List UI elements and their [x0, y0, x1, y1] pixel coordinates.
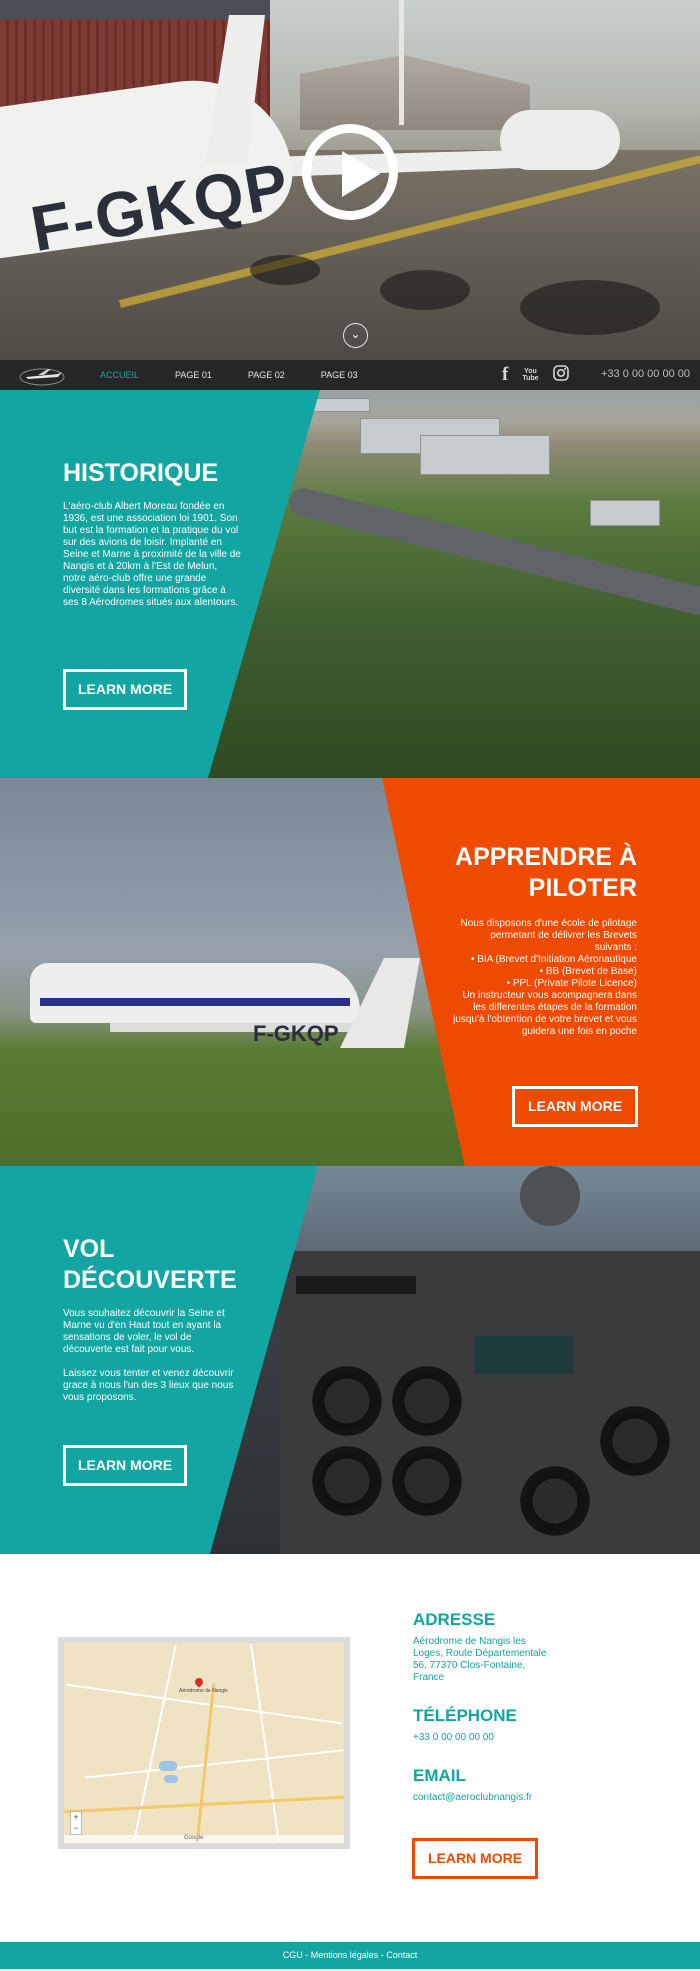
map-lake	[159, 1761, 177, 1771]
navigation-bar: ACCUEIL PAGE 01 PAGE 02 PAGE 03 f You Tu…	[0, 360, 700, 390]
section-apprendre: F-GKQP APPRENDRE À PILOTER Nous disposon…	[0, 778, 700, 1166]
email-title: EMAIL	[413, 1766, 466, 1785]
gauge	[520, 1466, 590, 1536]
airplane-logo-icon[interactable]	[18, 363, 66, 387]
apprendre-item: • BIA (Brevet d'Initiation Aéronautique	[470, 954, 637, 965]
email-block: EMAIL contact@aeroclubnangis.fr	[413, 1766, 613, 1804]
map-highway	[64, 1795, 344, 1814]
compass	[520, 1166, 580, 1226]
footer: CGU - Mentions légales - Contact	[0, 1942, 700, 1969]
plane-registration: F-GKQP	[253, 1021, 339, 1046]
apprendre-learn-more-button[interactable]: LEARN MORE	[512, 1086, 638, 1127]
footer-link-mentions[interactable]: Mentions légales	[311, 1950, 379, 1960]
phone-block: TÉLÉPHONE +33 0 00 00 00 00	[413, 1706, 613, 1744]
hangar-building	[310, 398, 370, 412]
map-canvas[interactable]: Aérodrome de Nangis + − Google	[64, 1643, 344, 1843]
section-historique: HISTORIQUE L'aéro-club Albert Moreau fon…	[0, 390, 700, 778]
shadow	[250, 255, 320, 285]
apprendre-outro: Un instructeur vous acompagnera dans les…	[453, 990, 637, 1037]
hangar-building	[590, 500, 660, 526]
google-logo: Google	[184, 1835, 204, 1841]
footer-link-cgu[interactable]: CGU	[283, 1950, 303, 1960]
historique-content: HISTORIQUE L'aéro-club Albert Moreau fon…	[63, 458, 241, 609]
map-road	[84, 1749, 344, 1779]
apprendre-item: • BB (Brevet de Base)	[539, 966, 637, 977]
nav-item-page02[interactable]: PAGE 02	[248, 370, 285, 380]
gauge	[392, 1446, 462, 1516]
youtube-icon-bottom: Tube	[522, 375, 539, 382]
decouverte-learn-more-button[interactable]: LEARN MORE	[63, 1445, 187, 1486]
section-decouverte: VOL DÉCOUVERTE Vous souhaitez découvrir …	[0, 1166, 700, 1554]
nav-item-page03[interactable]: PAGE 03	[321, 370, 358, 380]
location-map[interactable]: Aérodrome de Nangis + − Google	[58, 1637, 350, 1849]
decouverte-text: Vous souhaitez découvrir la Seine et Mar…	[63, 1308, 225, 1355]
contact-learn-more-button[interactable]: LEARN MORE	[412, 1838, 538, 1879]
historique-text: L'aéro-club Albert Moreau fondée en 1936…	[63, 501, 241, 608]
section-contact: Aérodrome de Nangis + − Google ADRESSE A…	[0, 1554, 700, 1942]
zoom-out-icon[interactable]: −	[71, 1823, 81, 1834]
shadow	[380, 270, 470, 310]
map-lake	[164, 1775, 178, 1783]
main-menu: ACCUEIL PAGE 01 PAGE 02 PAGE 03	[100, 360, 394, 390]
plane-stripe	[40, 998, 350, 1006]
mast	[399, 0, 404, 125]
address-block: ADRESSE Aérodrome de Nangis les Loges, R…	[413, 1610, 553, 1684]
play-circle-icon[interactable]	[302, 124, 398, 220]
instagram-icon[interactable]	[552, 364, 569, 386]
apprendre-title-line2: PILOTER	[528, 874, 637, 902]
decouverte-title: VOL DÉCOUVERTE	[63, 1234, 241, 1296]
gauge	[312, 1446, 382, 1516]
shadow	[520, 280, 660, 335]
footer-separator: -	[302, 1950, 311, 1960]
phone-value: +33 0 00 00 00 00	[413, 1732, 494, 1743]
gauge	[600, 1406, 670, 1476]
apprendre-intro: Nous disposons d'une école de pilotage p…	[460, 918, 637, 953]
annunciator-strip	[296, 1276, 416, 1294]
hangar-right	[300, 55, 530, 130]
radio-display	[475, 1336, 573, 1374]
gauge	[312, 1366, 382, 1436]
address-value: Aérodrome de Nangis les Loges, Route Dép…	[413, 1636, 547, 1683]
zoom-in-icon[interactable]: +	[71, 1812, 81, 1823]
phone-title: TÉLÉPHONE	[413, 1706, 517, 1725]
header-phone: +33 0 00 00 00 00	[601, 368, 690, 380]
decouverte-content: VOL DÉCOUVERTE Vous souhaitez découvrir …	[63, 1234, 241, 1404]
map-marker-label: Aérodrome de Nangis	[179, 1688, 228, 1694]
decouverte-text: Laissez vous tenter et venez découvrir g…	[63, 1368, 234, 1403]
map-road	[250, 1643, 280, 1843]
email-value[interactable]: contact@aeroclubnangis.fr	[413, 1792, 613, 1804]
apprendre-title-line1: APPRENDRE À	[455, 843, 637, 871]
map-marker-icon[interactable]	[193, 1676, 205, 1688]
youtube-icon[interactable]: You Tube	[522, 368, 538, 382]
decouverte-title-line1: VOL	[63, 1235, 115, 1263]
historique-title: HISTORIQUE	[63, 459, 219, 487]
map-zoom-control[interactable]: + −	[70, 1811, 82, 1835]
map-road	[133, 1644, 177, 1842]
nav-item-page01[interactable]: PAGE 01	[175, 370, 212, 380]
facebook-icon[interactable]: f	[502, 364, 508, 386]
hangar-building	[420, 435, 550, 475]
address-title: ADRESSE	[413, 1610, 496, 1629]
footer-link-contact[interactable]: Contact	[386, 1950, 417, 1960]
historique-learn-more-button[interactable]: LEARN MORE	[63, 669, 187, 710]
chevron-down-icon[interactable]: ⌄	[343, 323, 368, 348]
nav-item-accueil[interactable]: ACCUEIL	[100, 370, 139, 380]
apprendre-title: APPRENDRE À PILOTER	[452, 842, 637, 904]
decouverte-title-line2: DÉCOUVERTE	[63, 1266, 237, 1294]
map-attribution: Google	[64, 1835, 344, 1843]
apprendre-item: • PPL (Private Pilote Licence)	[506, 978, 637, 989]
plane-fuselage	[30, 963, 360, 1023]
gauge	[392, 1366, 462, 1436]
apprendre-content: APPRENDRE À PILOTER Nous disposons d'une…	[452, 842, 637, 1038]
hero-video: F-GKQP ⌄	[0, 0, 700, 360]
instagram-glyph	[552, 364, 569, 381]
social-links: f You Tube	[502, 360, 583, 390]
youtube-icon-top: You	[524, 368, 537, 375]
